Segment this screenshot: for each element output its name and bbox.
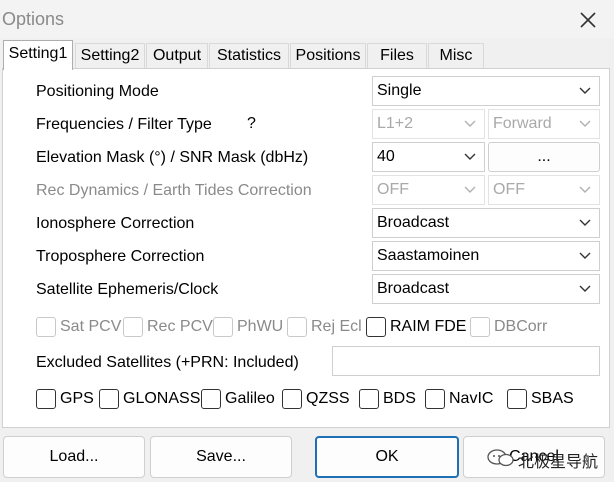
chevron-down-icon bbox=[579, 252, 591, 259]
excluded-satellites-input[interactable] bbox=[332, 346, 600, 376]
gps-label: GPS bbox=[60, 390, 94, 407]
tab-setting2[interactable]: Setting2 bbox=[75, 43, 145, 69]
positioning-mode-select[interactable]: Single bbox=[372, 76, 600, 106]
checkbox-box bbox=[36, 317, 56, 337]
checkbox-box bbox=[36, 389, 56, 409]
filter-type-value: Forward bbox=[493, 115, 552, 132]
ionosphere-select[interactable]: Broadcast bbox=[372, 208, 600, 238]
checkbox-box bbox=[99, 389, 119, 409]
sbas-label: SBAS bbox=[531, 390, 574, 407]
ephemeris-value: Broadcast bbox=[377, 280, 450, 297]
qzss-label: QZSS bbox=[306, 390, 350, 407]
ionosphere-value: Broadcast bbox=[377, 214, 450, 231]
title-bar: Options bbox=[0, 0, 614, 38]
chevron-down-icon bbox=[464, 186, 476, 193]
frequency-value: L1+2 bbox=[377, 115, 414, 132]
chevron-down-icon bbox=[579, 186, 591, 193]
help-icon[interactable]: ? bbox=[247, 115, 256, 133]
earth-tides-select[interactable]: OFF bbox=[488, 175, 600, 205]
troposphere-select[interactable]: Saastamoinen bbox=[372, 241, 600, 271]
checkbox-box bbox=[425, 389, 445, 409]
frequency-select[interactable]: L1+2 bbox=[372, 109, 485, 139]
tab-statistics[interactable]: Statistics bbox=[209, 43, 289, 69]
watermark: 北极星导航 bbox=[486, 444, 606, 472]
navic-label: NavIC bbox=[449, 390, 494, 407]
dbcorr-label: DBCorr bbox=[494, 318, 548, 335]
troposphere-value: Saastamoinen bbox=[377, 247, 480, 264]
chevron-down-icon bbox=[579, 120, 591, 127]
ok-button[interactable]: OK bbox=[315, 436, 459, 478]
ephemeris-select[interactable]: Broadcast bbox=[372, 274, 600, 304]
frequencies-label: Frequencies / Filter Type bbox=[36, 116, 212, 133]
ephemeris-label: Satellite Ephemeris/Clock bbox=[36, 281, 219, 298]
excluded-satellites-label: Excluded Satellites (+PRN: Included) bbox=[36, 354, 299, 371]
checkbox-box bbox=[287, 317, 307, 337]
glonass-label: GLONASS bbox=[123, 390, 201, 407]
elevation-mask-value: 40 bbox=[377, 148, 395, 165]
chevron-down-icon bbox=[579, 219, 591, 226]
rej-ecl-label: Rej Ecl bbox=[311, 318, 362, 335]
phwu-label: PhWU bbox=[237, 318, 284, 335]
galileo-label: Galileo bbox=[225, 390, 275, 407]
checkbox-box bbox=[359, 389, 379, 409]
tab-positions[interactable]: Positions bbox=[290, 43, 366, 69]
tab-output[interactable]: Output bbox=[146, 43, 208, 69]
filter-type-select[interactable]: Forward bbox=[488, 109, 600, 139]
rec-dynamics-label: Rec Dynamics / Earth Tides Correction bbox=[36, 182, 312, 199]
tab-misc[interactable]: Misc bbox=[428, 43, 484, 69]
raim-fde-label: RAIM FDE bbox=[390, 318, 467, 335]
checkbox-box bbox=[366, 317, 386, 337]
watermark-text: 北极星导航 bbox=[518, 454, 599, 471]
chevron-down-icon bbox=[579, 87, 591, 94]
troposphere-label: Troposphere Correction bbox=[36, 248, 205, 265]
close-icon[interactable] bbox=[576, 8, 600, 32]
ionosphere-label: Ionosphere Correction bbox=[36, 215, 195, 232]
checkbox-box bbox=[123, 317, 143, 337]
snr-mask-button[interactable]: ... bbox=[488, 142, 600, 172]
bds-label: BDS bbox=[383, 390, 416, 407]
checkbox-box bbox=[507, 389, 527, 409]
rec-pcv-label: Rec PCV bbox=[147, 318, 213, 335]
elevation-mask-select[interactable]: 40 bbox=[372, 142, 485, 172]
chevron-down-icon bbox=[464, 120, 476, 127]
load-button[interactable]: Load... bbox=[3, 436, 145, 478]
window-title: Options bbox=[2, 9, 65, 29]
tab-setting1[interactable]: Setting1 bbox=[3, 40, 73, 70]
rec-dynamics-value: OFF bbox=[377, 181, 409, 198]
sat-pcv-label: Sat PCV bbox=[60, 318, 122, 335]
positioning-mode-label: Positioning Mode bbox=[36, 83, 159, 100]
save-button[interactable]: Save... bbox=[150, 436, 292, 478]
chat-bubble-icon bbox=[487, 449, 514, 467]
tab-bar: Setting1 Setting2 Output Statistics Posi… bbox=[0, 40, 614, 70]
elevation-mask-label: Elevation Mask (°) / SNR Mask (dbHz) bbox=[36, 149, 309, 166]
checkbox-box bbox=[213, 317, 233, 337]
checkbox-box bbox=[282, 389, 302, 409]
chevron-down-icon bbox=[464, 153, 476, 160]
tab-files[interactable]: Files bbox=[367, 43, 427, 69]
positioning-mode-value: Single bbox=[377, 82, 422, 99]
checkbox-box bbox=[201, 389, 221, 409]
checkbox-box bbox=[470, 317, 490, 337]
rec-dynamics-select[interactable]: OFF bbox=[372, 175, 485, 205]
earth-tides-value: OFF bbox=[493, 181, 525, 198]
chevron-down-icon bbox=[579, 285, 591, 292]
